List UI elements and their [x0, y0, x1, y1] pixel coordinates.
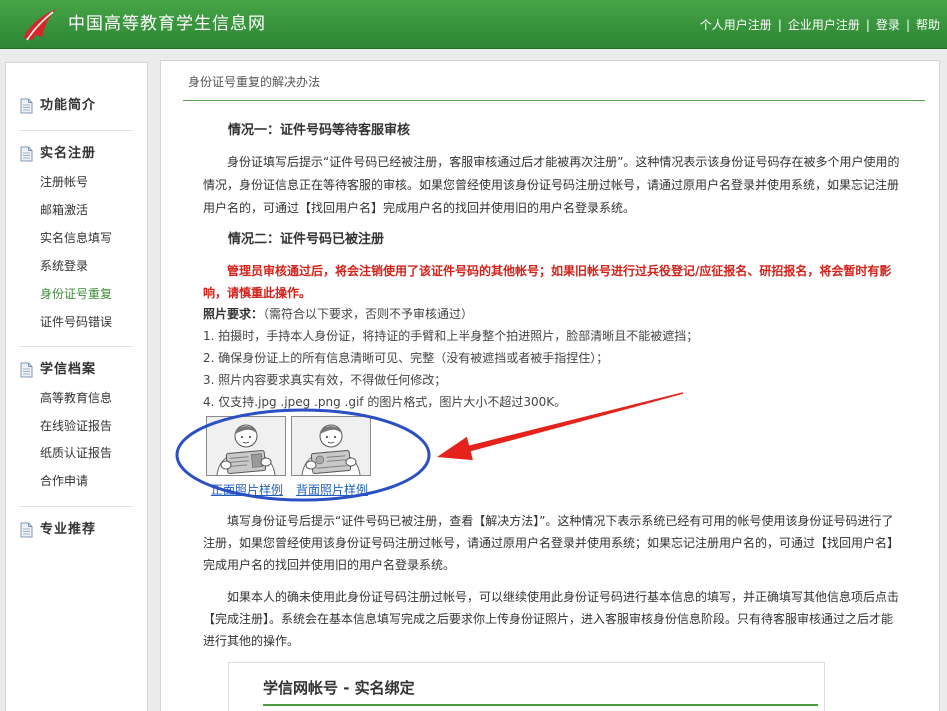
- sidebar-item-id-duplicate[interactable]: 身份证号重复: [40, 284, 112, 304]
- sidebar-divider: [20, 130, 132, 131]
- sidebar-item-education-info[interactable]: 高等教育信息: [40, 388, 112, 408]
- list-item: 1. 拍摄时，手持本人身份证，将持证的手臂和上半身整个拍进照片，脸部清晰且不能被…: [203, 329, 699, 343]
- nav-separator: |: [905, 18, 910, 32]
- list-item: 2. 确保身份证上的所有信息清晰可见、完整（没有被遮挡或者被手指捏住）；: [203, 351, 609, 365]
- id-photo-front-icon: [206, 416, 286, 476]
- sidebar-item-realname-info[interactable]: 实名信息填写: [40, 228, 112, 248]
- sidebar: 功能简介 实名注册 注册帐号 邮箱激活 实名信息填写 系统登录 身份证号重复 证…: [5, 62, 148, 711]
- site-title[interactable]: 中国高等教育学生信息网: [68, 12, 266, 36]
- photo-requirements-list: 1. 拍摄时，手持本人身份证，将持证的手臂和上半身整个拍进照片，脸部清晰且不能被…: [203, 325, 698, 413]
- login-link[interactable]: 登录: [876, 18, 900, 32]
- page-title: 身份证号重复的解决办法: [188, 75, 321, 89]
- document-icon: [20, 146, 33, 162]
- help-link[interactable]: 帮助: [916, 18, 940, 32]
- id-photo-back-icon: [291, 416, 371, 476]
- sidebar-divider: [20, 346, 132, 347]
- title-underline: [183, 100, 925, 101]
- account-binding-panel: 学信网帐号 - 实名绑定: [228, 662, 825, 711]
- document-icon: [20, 362, 33, 378]
- case2-heading: 情况二：证件号码已被注册: [228, 232, 385, 247]
- case1-heading: 情况一：证件号码等待客服审核: [228, 123, 411, 138]
- front-sample-link[interactable]: 正面照片样例: [211, 479, 283, 501]
- top-header: 中国高等教育学生信息网 个人用户注册 | 企业用户注册 | 登录 | 帮助: [0, 0, 947, 49]
- case2-paragraph-1: 填写身份证号后提示“证件号码已被注册，查看【解决方法】”。这种情况下表示系统已经…: [203, 514, 900, 572]
- sidebar-item-cooperation[interactable]: 合作申请: [40, 471, 88, 491]
- document-icon: [20, 98, 33, 114]
- chsi-logo-icon[interactable]: [20, 6, 58, 44]
- top-nav: 个人用户注册 | 企业用户注册 | 登录 | 帮助: [700, 16, 940, 34]
- sidebar-section-major-recommend[interactable]: 专业推荐: [40, 520, 96, 540]
- case1-paragraph: 身份证填写后提示“证件号码已经被注册，客服审核通过后才能被再次注册”。这种情况表…: [203, 155, 900, 215]
- case2-paragraph-2: 如果本人的确未使用此身份证号码注册过帐号，可以继续使用此身份证号码进行基本信息的…: [203, 590, 900, 648]
- sidebar-item-email-activation[interactable]: 邮箱激活: [40, 200, 88, 220]
- photo-requirements: 照片要求：（需符合以下要求，否则不予审核通过）: [203, 303, 473, 325]
- sidebar-section-realname[interactable]: 实名注册: [40, 144, 96, 164]
- binding-panel-underline: [263, 704, 818, 706]
- case2-warning: 管理员审核通过后，将会注销使用了该证件号码的其他帐号；如果旧帐号进行过兵役登记/…: [203, 264, 892, 300]
- photo-requirements-note: （需符合以下要求，否则不予审核通过）: [263, 307, 474, 321]
- sidebar-item-paper-report[interactable]: 纸质认证报告: [40, 443, 112, 463]
- nav-separator: |: [777, 18, 782, 32]
- personal-register-link[interactable]: 个人用户注册: [700, 18, 772, 32]
- list-item: 4. 仅支持.jpg .jpeg .png .gif 的图片格式，图片大小不超过…: [203, 395, 567, 409]
- sidebar-divider: [20, 506, 132, 507]
- sidebar-section-archive[interactable]: 学信档案: [40, 360, 96, 380]
- binding-panel-title: 学信网帐号 - 实名绑定: [263, 679, 415, 697]
- back-sample-link[interactable]: 背面照片样例: [296, 479, 368, 501]
- sidebar-section-intro[interactable]: 功能简介: [40, 96, 96, 116]
- list-item: 3. 照片内容要求真实有效，不得做任何修改；: [203, 373, 447, 387]
- enterprise-register-link[interactable]: 企业用户注册: [788, 18, 860, 32]
- sidebar-item-id-error[interactable]: 证件号码错误: [40, 312, 112, 332]
- sidebar-item-system-login[interactable]: 系统登录: [40, 256, 88, 276]
- main-content: 身份证号重复的解决办法 情况一：证件号码等待客服审核 身份证填写后提示“证件号码…: [160, 60, 940, 711]
- photo-requirements-label: 照片要求：: [203, 307, 264, 321]
- nav-separator: |: [865, 18, 870, 32]
- document-icon: [20, 522, 33, 538]
- sidebar-item-online-report[interactable]: 在线验证报告: [40, 416, 112, 436]
- sidebar-item-register-account[interactable]: 注册帐号: [40, 172, 88, 192]
